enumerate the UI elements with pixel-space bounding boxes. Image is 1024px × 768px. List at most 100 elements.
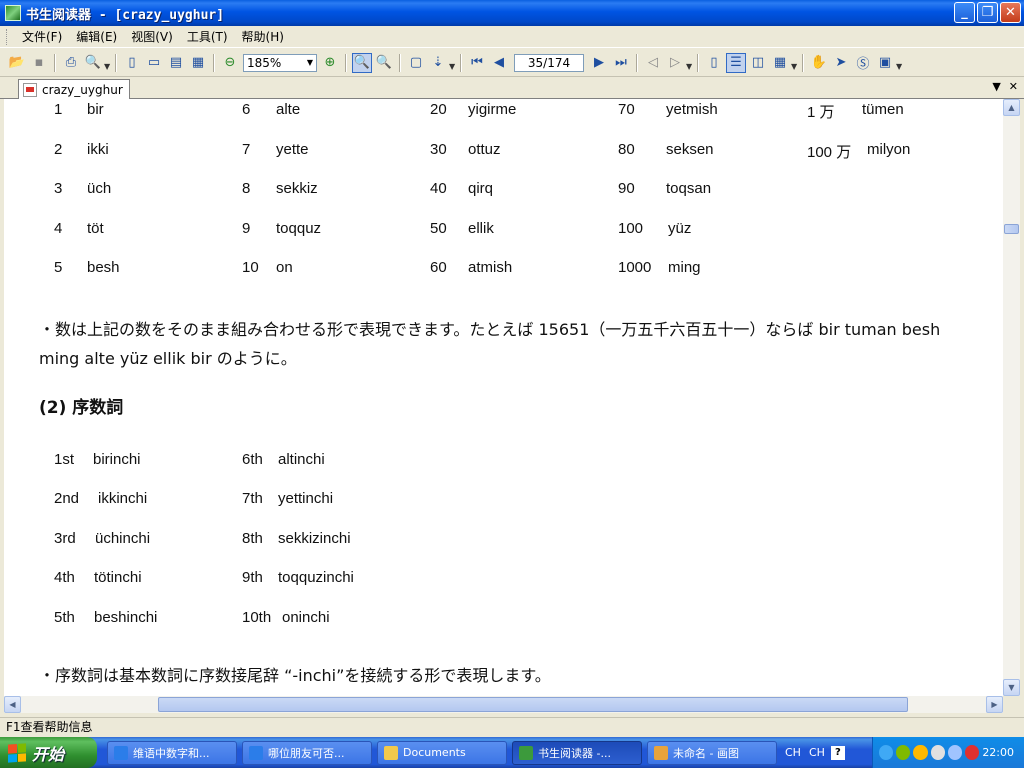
taskbar-item[interactable]: 维语中数字和... [107, 740, 237, 765]
zoom-select[interactable]: 185% ▼ [243, 53, 317, 72]
scroll-down-icon[interactable]: ▼ [1003, 679, 1020, 696]
chevron-down-icon[interactable]: ▼ [104, 53, 111, 73]
ordinal-word: altinchi [278, 451, 325, 468]
chevron-down-icon[interactable]: ▼ [686, 53, 693, 73]
document-tab-label: crazy_uyghur [42, 82, 123, 97]
cardinal-word: qirq [468, 180, 494, 197]
scroll-left-icon[interactable]: ◀ [4, 696, 21, 713]
ordinal-word: toqquzinchi [278, 569, 354, 586]
taskbar-item[interactable]: 未命名 - 画图 [647, 740, 777, 765]
scroll-right-icon[interactable]: ▶ [986, 696, 1003, 713]
globe-icon[interactable] [930, 745, 945, 760]
status-bar: F1查看帮助信息 [0, 717, 1024, 736]
ordinal-number: 7th [242, 490, 263, 507]
taskbar-item[interactable]: Documents [377, 740, 507, 765]
cardinal-word: alte [276, 101, 301, 118]
copy-page-icon[interactable]: ▦ [188, 53, 208, 73]
help-icon[interactable]: ? [830, 745, 845, 760]
menu-view[interactable]: 视图(V) [124, 26, 180, 47]
close-button[interactable]: ✕ [1000, 2, 1021, 23]
taskbar-item-active[interactable]: 书生阅读器 -... [512, 740, 642, 765]
document-tab[interactable]: crazy_uyghur [18, 79, 130, 99]
vertical-scroll-thumb[interactable] [1004, 224, 1019, 234]
fit-width-icon[interactable]: ⇣ [428, 53, 448, 73]
cardinal-word: besh [87, 259, 120, 276]
cardinal-word: töt [87, 220, 104, 237]
close-tab-icon[interactable]: ✕ [1009, 80, 1018, 93]
clock: 22:00 [982, 746, 1015, 759]
taskbar-item[interactable]: 哪位朋友可否... [242, 740, 372, 765]
horizontal-scrollbar[interactable]: ◀ ▶ [4, 696, 1003, 713]
start-button[interactable]: 开始 [0, 737, 97, 768]
cardinal-word: sekkiz [276, 180, 318, 197]
cardinal-number: 90 [618, 180, 635, 197]
cardinal-word: atmish [468, 259, 513, 276]
vertical-scrollbar[interactable]: ▲ ▼ [1003, 99, 1020, 696]
first-page-icon[interactable]: ⏮ [467, 53, 487, 73]
chevron-down-icon[interactable]: ▼ [449, 53, 456, 73]
security-shield-icon[interactable] [965, 745, 980, 760]
snapshot-icon[interactable]: ▣ [875, 53, 895, 73]
save-page-icon[interactable]: ▤ [166, 53, 186, 73]
ordinal-number: 4th [54, 569, 75, 586]
previous-page-icon[interactable]: ◀ [489, 53, 509, 73]
qq-icon[interactable] [913, 745, 928, 760]
single-page-icon[interactable]: ▯ [122, 53, 142, 73]
horizontal-scroll-thumb[interactable] [158, 697, 908, 712]
zoom-out-icon[interactable]: ⊖ [220, 53, 240, 73]
text-select-icon[interactable]: Ⓢ [853, 53, 873, 73]
display-icon[interactable] [947, 745, 963, 760]
cardinal-number: 3 [54, 180, 63, 197]
folder-icon [384, 745, 398, 760]
hand-tool-icon[interactable]: ✋ [809, 53, 829, 73]
menu-tools[interactable]: 工具(T) [180, 26, 235, 47]
title-bar: 书生阅读器 - [crazy_uyghur] _ ❐ ✕ [0, 0, 1024, 26]
minimize-button[interactable]: _ [954, 2, 975, 23]
search-icon[interactable]: 🔍 [83, 53, 103, 73]
language-indicator[interactable]: CH [809, 746, 825, 759]
continuous-mode-icon[interactable]: ☰ [726, 52, 746, 73]
ordinal-word: birinchi [93, 451, 141, 468]
fit-page-icon[interactable]: ▢ [406, 53, 426, 73]
ordinal-number: 9th [242, 569, 263, 586]
chevron-down-icon[interactable]: ▼ [304, 55, 316, 71]
scroll-up-icon[interactable]: ▲ [1003, 99, 1020, 116]
cardinal-word: seksen [666, 141, 714, 158]
thumbnail-icon[interactable]: ▦ [770, 53, 790, 73]
cardinal-word: ottuz [468, 141, 501, 158]
print-icon[interactable]: ⎙ [61, 53, 81, 73]
ordinal-number: 6th [242, 451, 263, 468]
tray-arrow-icon[interactable] [879, 745, 894, 760]
chevron-down-icon[interactable]: ▼ [896, 53, 903, 73]
select-arrow-icon[interactable]: ➤ [831, 53, 851, 73]
single-page-mode-icon[interactable]: ▯ [704, 53, 724, 73]
page-indicator[interactable]: 35/174 [514, 53, 584, 72]
last-page-icon[interactable]: ⏭ [611, 53, 631, 73]
ordinal-word: üchinchi [95, 530, 151, 547]
menu-help[interactable]: 帮助(H) [235, 26, 291, 47]
magnify-in-icon[interactable]: 🔍 [352, 52, 372, 73]
ie-icon [249, 745, 263, 760]
ordinal-word: beshinchi [94, 609, 158, 626]
network-icon[interactable] [896, 745, 911, 760]
facing-pages-icon[interactable]: ◫ [748, 53, 768, 73]
language-indicator[interactable]: CH [785, 746, 801, 759]
cardinal-word: yüz [668, 220, 692, 237]
tab-list-icon[interactable]: ▼ [992, 80, 1000, 93]
cardinal-word: toqsan [666, 180, 712, 197]
chevron-down-icon[interactable]: ▼ [791, 53, 798, 73]
maximize-button[interactable]: ❐ [977, 2, 998, 23]
magnify-out-icon[interactable]: 🔍 [374, 53, 394, 73]
open-folder-icon[interactable]: 📂 [7, 53, 27, 73]
next-page-icon[interactable]: ▶ [589, 53, 609, 73]
forward-icon[interactable]: ▷ [665, 53, 685, 73]
toolbar-separator [345, 53, 347, 72]
menu-file[interactable]: 文件(F) [15, 26, 69, 47]
menu-edit[interactable]: 编辑(E) [69, 26, 124, 47]
back-icon[interactable]: ◁ [643, 53, 663, 73]
ordinal-explanation-paragraph: ・序数詞は基本数詞に序数接尾辞 “-inchi”を接続する形で表現します。 [39, 666, 551, 685]
save-icon[interactable]: ▪ [29, 53, 49, 73]
zoom-in-icon[interactable]: ⊕ [320, 53, 340, 73]
ordinal-number: 10th [242, 609, 272, 626]
page-view-icon[interactable]: ▭ [144, 53, 164, 73]
